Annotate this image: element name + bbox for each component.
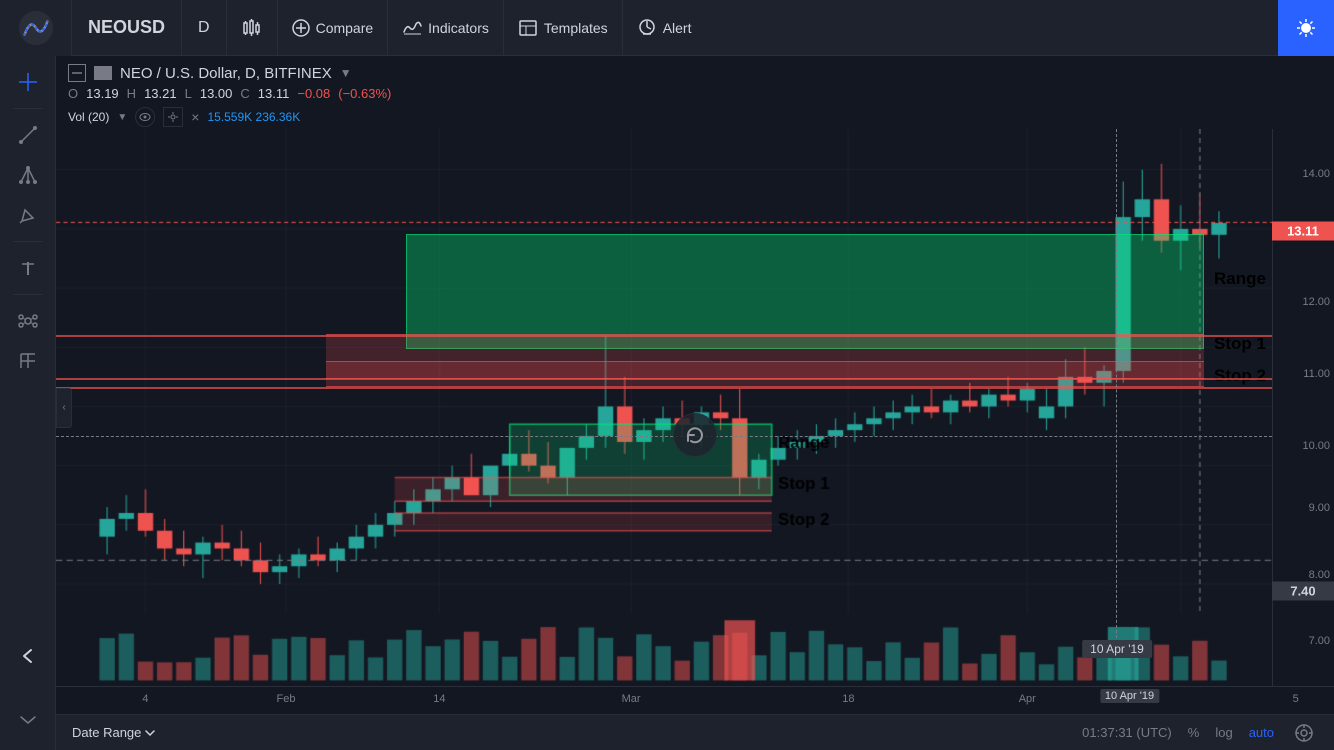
price-axis: 14.00 13.00 12.00 11.00 10.00 9.00 8.00 … <box>1272 129 1334 686</box>
chart-type-button[interactable] <box>227 0 278 55</box>
stop2-label: Stop 2 <box>1214 366 1266 386</box>
sidebar-divider-1 <box>13 108 43 109</box>
compare-button[interactable]: Compare <box>278 0 389 55</box>
crosshair-tool[interactable] <box>8 64 48 100</box>
stop1-label: Stop 1 <box>1214 334 1266 354</box>
price-label-12: 12.00 <box>1302 296 1330 308</box>
line-tool[interactable] <box>8 117 48 153</box>
reload-button[interactable] <box>673 413 717 457</box>
alert-button[interactable]: Alert <box>623 0 706 55</box>
volume-label: Vol (20) <box>68 110 109 124</box>
volume-settings-button[interactable] <box>163 107 183 127</box>
minimize-box[interactable] <box>68 64 86 82</box>
chart-canvas[interactable]: ‹ Range Stop 1 Stop 2 1 <box>56 129 1334 686</box>
price-label-14: 14.00 <box>1302 168 1330 180</box>
x-label-10apr: 10 Apr '19 <box>1100 689 1159 703</box>
fork-tool[interactable] <box>8 157 48 193</box>
pen-tool[interactable] <box>8 197 48 233</box>
node-tool[interactable] <box>8 303 48 339</box>
bottom-bar: Date Range 01:37:31 (UTC) % log auto <box>56 714 1334 750</box>
symbol-flag <box>94 66 112 80</box>
left-sidebar <box>0 56 56 750</box>
volume-caret[interactable]: ▼ <box>117 112 127 123</box>
symbol-display[interactable]: NEOUSD <box>72 0 182 55</box>
theme-toggle[interactable] <box>1278 0 1334 56</box>
x-axis: 4 Feb 14 Mar 18 Apr 10 Apr '19 5 <box>56 686 1334 714</box>
volume-row: Vol (20) ▼ × 15.559K <box>56 105 1334 129</box>
sidebar-divider-3 <box>13 294 43 295</box>
timeframe-selector[interactable]: D <box>182 0 227 55</box>
percent-button[interactable]: % <box>1188 725 1200 740</box>
date-range-button[interactable]: Date Range <box>72 725 155 740</box>
price-label-8: 8.00 <box>1309 569 1330 581</box>
current-price-tag: 13.11 <box>1272 222 1334 241</box>
indicators-button[interactable]: Indicators <box>388 0 504 55</box>
ohlc-row: O 13.19 H 13.21 L 13.00 C 13.11 −0.08 (−… <box>68 86 1322 101</box>
volume-close-button[interactable]: × <box>191 109 199 125</box>
scroll-left-button[interactable]: ‹ <box>56 388 72 428</box>
logo[interactable] <box>0 0 72 56</box>
price-label-9: 9.00 <box>1309 502 1330 514</box>
x-label-5: 5 <box>1293 693 1299 705</box>
back-button[interactable] <box>8 638 48 674</box>
toolbar: NEOUSD D Compare Indicators <box>0 0 1334 56</box>
bottom-settings-button[interactable] <box>1290 719 1318 747</box>
volume-values: 15.559K 236.36K <box>207 110 300 124</box>
x-label-4: 4 <box>142 693 148 705</box>
dashed-price-tag: 7.40 <box>1272 581 1334 600</box>
chart-title: NEO / U.S. Dollar, D, BITFINEX <box>120 65 332 82</box>
x-label-apr: Apr <box>1019 693 1036 705</box>
chart-header: NEO / U.S. Dollar, D, BITFINEX ▼ O 13.19… <box>56 56 1334 105</box>
range-label: Range <box>1214 269 1266 289</box>
templates-button[interactable]: Templates <box>504 0 623 55</box>
sidebar-divider-2 <box>13 241 43 242</box>
bottom-time: 01:37:31 (UTC) <box>1082 725 1172 740</box>
volume-eye-button[interactable] <box>135 107 155 127</box>
text-tool[interactable] <box>8 250 48 286</box>
price-label-11: 11.00 <box>1303 368 1330 380</box>
multi-tool[interactable] <box>8 343 48 379</box>
x-label-mar: Mar <box>622 693 641 705</box>
chevron-down-icon[interactable] <box>8 702 48 738</box>
x-label-18: 18 <box>842 693 854 705</box>
x-label-feb: Feb <box>277 693 296 705</box>
chart-container: NEO / U.S. Dollar, D, BITFINEX ▼ O 13.19… <box>56 56 1334 750</box>
price-label-10: 10.00 <box>1302 440 1330 452</box>
x-label-14: 14 <box>433 693 445 705</box>
price-label-7: 7.00 <box>1309 635 1330 647</box>
auto-button[interactable]: auto <box>1249 725 1274 740</box>
chart-title-caret[interactable]: ▼ <box>340 66 352 80</box>
log-button[interactable]: log <box>1215 725 1232 740</box>
main-area: NEO / U.S. Dollar, D, BITFINEX ▼ O 13.19… <box>0 56 1334 750</box>
